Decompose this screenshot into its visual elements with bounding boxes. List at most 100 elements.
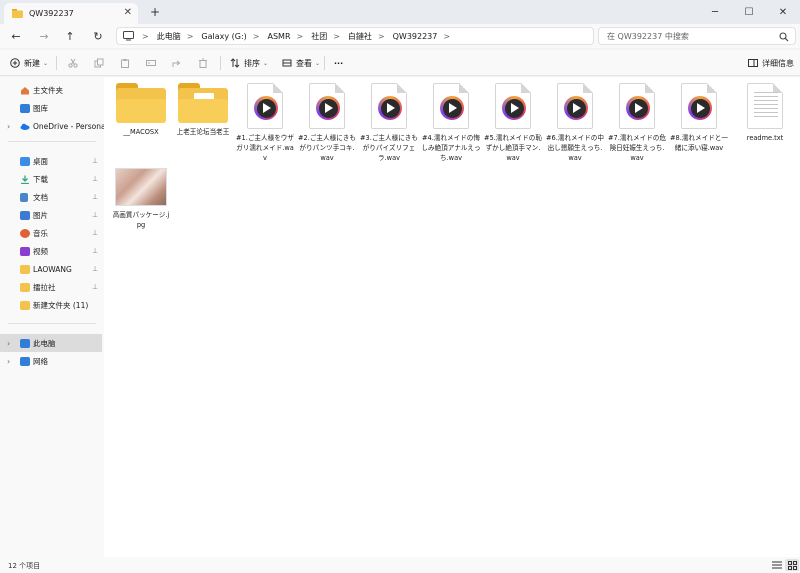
file-item-audio[interactable]: #8.濡れメイドと一緒に添い寝.wav [669,83,729,153]
breadcrumb-item[interactable]: 社团 [311,31,327,42]
file-name: 上老王论坛当老王 [176,128,230,136]
share-icon [172,60,181,67]
paste-button[interactable] [120,56,130,70]
audio-file-icon [371,83,407,129]
copy-button[interactable] [94,56,104,70]
chevron-down-icon: ⌄ [315,59,321,67]
sort-button[interactable]: 排序 ⌄ [230,56,268,70]
details-button[interactable]: 详细信息 [748,56,794,70]
cut-button[interactable] [68,56,78,70]
forward-button[interactable]: → [36,28,52,44]
copy-icon [94,58,104,68]
breadcrumb-separator: > [186,31,194,41]
breadcrumb-item[interactable]: Galaxy (G:) [201,32,246,41]
audio-file-icon [433,83,469,129]
sidebar-item-label: LAOWANG [33,264,72,274]
file-name: #6.濡れメイドの中出し懇願生えっち.wav [546,134,604,162]
sidebar-item-pictures[interactable]: 图片 ⊥ [0,206,102,224]
sidebar-item-laowang[interactable]: LAOWANG ⊥ [0,260,102,278]
new-tab-button[interactable]: + [150,5,160,19]
up-button[interactable]: ↑ [62,28,78,44]
chevron-right-icon[interactable]: › [7,357,10,366]
audio-file-icon [557,83,593,129]
breadcrumb-separator: > [377,31,385,41]
new-button[interactable]: 新建 ⌄ [10,56,48,70]
file-item-audio[interactable]: #7.濡れメイドの危険日妊娠生えっち.wav [607,83,667,163]
sidebar-item-this-pc[interactable]: › 此电脑 [0,334,102,352]
music-icon [20,228,30,238]
folder-icon [20,282,30,292]
back-button[interactable]: ← [8,28,24,44]
toolbar-divider [324,56,325,70]
breadcrumb-item[interactable]: 白鏈社 [348,31,372,42]
folder-icon [20,264,30,274]
chevron-down-icon: ⌄ [263,59,269,67]
file-item-text[interactable]: readme.txt [735,83,795,143]
sidebar-item-music[interactable]: 音乐 ⊥ [0,224,102,242]
sidebar-item-onedrive[interactable]: › OneDrive - Personal [0,117,108,135]
file-item-folder[interactable]: 上老王论坛当老王 [173,83,233,137]
sidebar-divider [8,141,96,142]
file-name: #8.濡れメイドと一緒に添い寝.wav [670,134,728,152]
search-icon [779,32,789,42]
file-item-audio[interactable]: #6.濡れメイドの中出し懇願生えっち.wav [545,83,605,163]
pin-icon: ⊥ [92,175,99,183]
trash-icon [199,58,207,68]
sidebar-item-gallery[interactable]: 图库 [0,99,102,117]
sidebar-item-videos[interactable]: 视频 ⊥ [0,242,102,260]
sidebar-item-folder[interactable]: 擂拉社 ⊥ [0,278,102,296]
audio-file-icon [619,83,655,129]
delete-button[interactable] [198,56,208,70]
file-item-audio[interactable]: #4.濡れメイドの悔しみ絶頂アナルえっち.wav [421,83,481,163]
sidebar-item-label: 新建文件夹 (11) [33,300,89,310]
file-item-folder[interactable]: __MACOSX [111,83,171,137]
chevron-right-icon[interactable]: › [7,122,10,131]
chevron-right-icon[interactable]: › [7,339,10,348]
breadcrumb-separator: > [252,31,260,41]
details-label: 详细信息 [762,58,794,68]
file-item-audio[interactable]: #5.濡れメイドの恥ずかし絶頂手マン.wav [483,83,543,163]
file-item-audio[interactable]: #1.ご主人様をウザガリ濡れメイド.wav [235,83,295,163]
sidebar-item-documents[interactable]: 文档 ⊥ [0,188,102,206]
refresh-button[interactable]: ↻ [90,28,106,44]
file-item-audio[interactable]: #3.ご主人様にきもがりパイズリフェラ.wav [359,83,419,163]
sidebar-item-desktop[interactable]: 桌面 ⊥ [0,152,102,170]
file-name: #5.濡れメイドの恥ずかし絶頂手マン.wav [484,134,542,162]
more-button[interactable]: ··· [334,56,343,70]
sidebar-item-label: 下载 [33,174,48,184]
details-view-button[interactable] [770,559,784,571]
paste-icon [121,59,129,68]
breadcrumb-item[interactable]: ASMR [267,32,290,41]
file-item-image[interactable]: 高画質パッケージ.jpg [111,168,171,230]
search-input[interactable]: 在 QW392237 中搜索 [598,27,796,45]
view-button[interactable]: 查看 ⌄ [282,56,320,70]
file-item-audio[interactable]: #2.ご主人様にきもがりパンツ手コキ.wav [297,83,357,163]
pin-icon: ⊥ [92,247,99,255]
sidebar-item-home[interactable]: 主文件夹 [0,81,102,99]
text-file-icon [747,83,783,129]
sidebar-item-label: 此电脑 [33,338,56,348]
audio-file-icon [247,83,283,129]
sidebar-item-label: 视频 [33,246,48,256]
maximize-button[interactable]: ☐ [732,0,766,24]
rename-button[interactable] [146,56,156,70]
tab-active[interactable]: QW392237 ✕ [4,3,138,24]
pin-icon: ⊥ [92,157,99,165]
breadcrumb-item[interactable]: 此电脑 [157,31,181,42]
cloud-icon [20,123,30,130]
rename-icon [146,60,156,66]
share-button[interactable] [172,56,182,70]
sidebar-item-downloads[interactable]: 下载 ⊥ [0,170,102,188]
item-count: 12 个项目 [8,562,41,570]
breadcrumb[interactable]: > 此电脑 > Galaxy (G:) > ASMR > 社团 > 白鏈社 > … [116,27,594,45]
icons-view-button[interactable] [785,559,799,571]
sidebar-item-network[interactable]: › 网络 [0,352,102,370]
close-button[interactable]: ✕ [766,0,800,24]
minimize-button[interactable]: ─ [698,0,732,24]
sidebar-item-new-folder[interactable]: 新建文件夹 (11) [0,296,102,314]
grid-view-icon [787,560,797,570]
tab-close-icon[interactable]: ✕ [124,7,132,18]
chevron-down-icon: ⌄ [43,59,49,67]
breadcrumb-item[interactable]: QW392237 [393,32,438,41]
details-pane-icon [748,59,758,67]
